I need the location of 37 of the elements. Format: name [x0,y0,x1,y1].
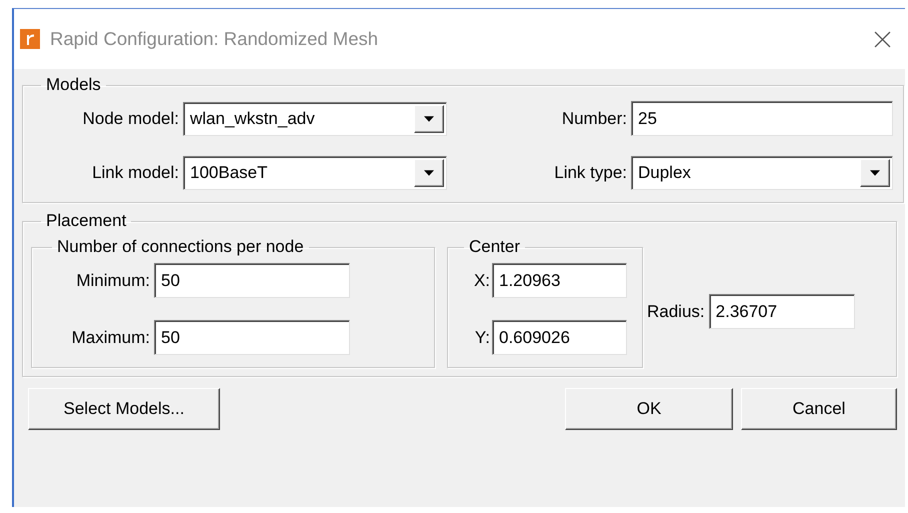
field-label: Minimum: [75,270,150,290]
input-field[interactable]: 0.609026 [492,320,627,355]
field-label: Link model: [91,163,179,183]
dialog-button[interactable]: Select Models... [28,388,220,430]
dropdown-value: 100BaseT [190,162,268,184]
field-label: Link type: [553,163,627,183]
dropdown-button[interactable] [414,159,444,187]
app-icon [20,29,40,49]
field-label: Maximum: [70,328,150,348]
caret-icon [424,116,434,122]
group-label: Models [45,75,102,95]
dropdown-button[interactable] [860,159,890,187]
input-field[interactable]: 25 [631,101,893,136]
group-label: Center [468,237,522,257]
dropdown-field[interactable]: wlan_wkstn_adv [183,102,447,136]
caret-icon [424,170,434,176]
window-title: Rapid Configuration: Randomized Mesh [50,28,380,50]
input-field[interactable]: 50 [154,320,350,355]
field-label: X: [472,270,490,290]
dropdown-value: Duplex [638,162,692,184]
field-label: Node model: [82,108,179,128]
caret-icon [870,170,880,176]
input-field[interactable]: 50 [154,263,350,298]
dropdown-button[interactable] [414,104,444,132]
field-label: Number: [560,108,627,128]
group-label: Placement [45,211,128,231]
dropdown-value: wlan_wkstn_adv [190,108,316,130]
field-label: Y: [474,328,490,348]
field-label: Radius: [647,302,705,322]
close-icon [874,30,891,48]
dropdown-field[interactable]: 100BaseT [183,156,447,190]
group-label: Number of connections per node [56,237,305,257]
input-field[interactable]: 2.36707 [708,294,855,329]
dialog-button[interactable]: Cancel [741,388,897,430]
dialog-button[interactable]: OK [565,388,733,430]
input-field[interactable]: 1.20963 [492,263,627,298]
dropdown-field[interactable]: Duplex [631,156,893,190]
